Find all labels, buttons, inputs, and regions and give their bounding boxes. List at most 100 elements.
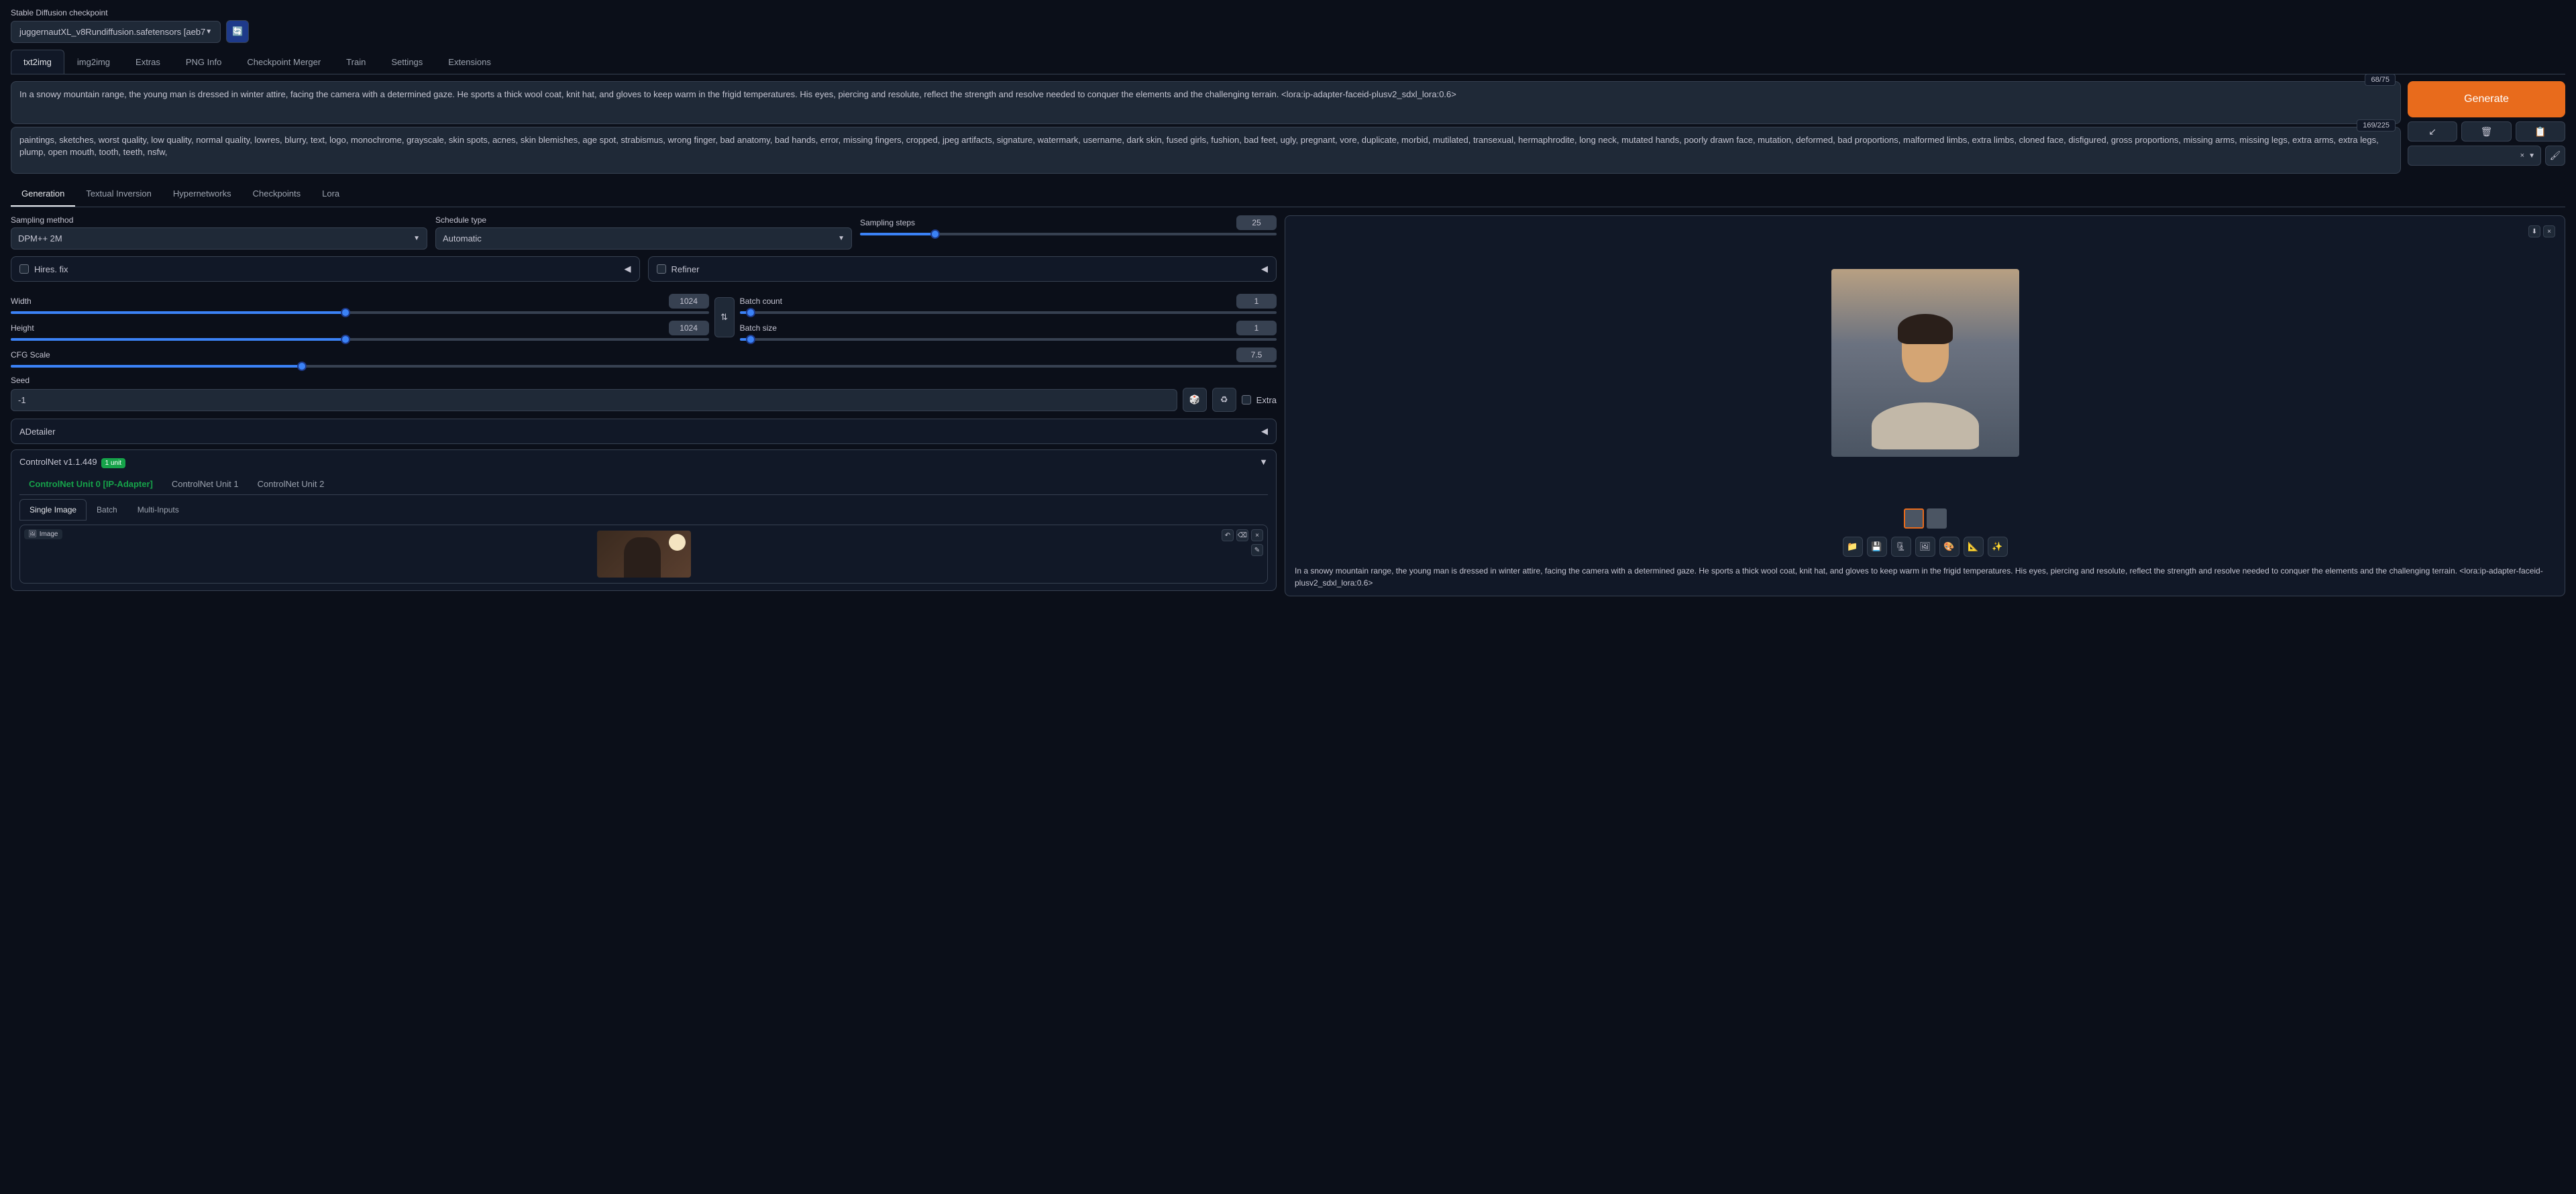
palette-icon: 🎨 — [1943, 541, 1954, 552]
save-button[interactable]: 💾 — [1867, 537, 1887, 557]
style-select[interactable]: × ▼ — [2408, 146, 2541, 166]
cfg-value[interactable]: 7.5 — [1236, 347, 1277, 362]
subtab-generation[interactable]: Generation — [11, 182, 75, 207]
controlnet-accordion[interactable]: ControlNet v1.1.4491 unit ▼ — [19, 457, 1268, 467]
width-value[interactable]: 1024 — [669, 294, 709, 309]
neg-prompt-input[interactable]: paintings, sketches, worst quality, low … — [11, 127, 2401, 174]
cn-tab-unit1[interactable]: ControlNet Unit 1 — [162, 474, 248, 494]
tab-txt2img[interactable]: txt2img — [11, 50, 64, 74]
cn-subtab-single[interactable]: Single Image — [19, 499, 87, 521]
cn-tab-unit0[interactable]: ControlNet Unit 0 [IP-Adapter] — [19, 474, 162, 494]
prompt-input[interactable]: In a snowy mountain range, the young man… — [11, 81, 2401, 124]
image-label: 🖼Image — [24, 529, 62, 539]
batch-size-slider[interactable] — [740, 338, 1277, 341]
prompt-counter: 68/75 — [2365, 74, 2396, 86]
adetailer-accordion[interactable]: ADetailer ◀ — [19, 426, 1268, 437]
reuse-seed-button[interactable]: ♻ — [1212, 388, 1236, 412]
swap-icon: ⇅ — [720, 312, 728, 323]
output-thumb-2[interactable] — [1927, 508, 1947, 529]
cn-tab-unit2[interactable]: ControlNet Unit 2 — [248, 474, 334, 494]
batch-count-value[interactable]: 1 — [1236, 294, 1277, 309]
tab-settings[interactable]: Settings — [378, 50, 435, 74]
tab-checkpoint-merger[interactable]: Checkpoint Merger — [234, 50, 333, 74]
cfg-slider[interactable] — [11, 365, 1277, 368]
generation-subtabs: Generation Textual Inversion Hypernetwor… — [11, 182, 2565, 207]
width-slider[interactable] — [11, 311, 709, 314]
subtab-lora[interactable]: Lora — [311, 182, 350, 207]
sampling-steps-value[interactable]: 25 — [1236, 215, 1277, 230]
undo-button[interactable]: ↶ — [1222, 529, 1234, 541]
send-extras-button[interactable]: 📐 — [1964, 537, 1984, 557]
hires-fix-checkbox[interactable] — [19, 264, 29, 274]
schedule-type-select[interactable]: Automatic▼ — [435, 227, 852, 250]
subtab-checkpoints[interactable]: Checkpoints — [242, 182, 312, 207]
close-icon: × — [2547, 228, 2551, 235]
schedule-type-label: Schedule type — [435, 215, 852, 225]
height-label: Height — [11, 323, 34, 333]
tab-extras[interactable]: Extras — [123, 50, 173, 74]
brush-icon: 🖌 — [2550, 150, 2561, 161]
open-folder-button[interactable]: 📁 — [1843, 537, 1863, 557]
checkpoint-select[interactable]: juggernautXL_v8Rundiffusion.safetensors … — [11, 21, 221, 43]
cn-subtab-multi[interactable]: Multi-Inputs — [127, 499, 189, 521]
sampling-method-select[interactable]: DPM++ 2M▼ — [11, 227, 427, 250]
chevron-down-icon: ▼ — [205, 28, 212, 36]
tab-img2img[interactable]: img2img — [64, 50, 123, 74]
send-inpaint-button[interactable]: 🎨 — [1939, 537, 1960, 557]
archive-icon: 🗜 — [1895, 541, 1907, 552]
refresh-icon: 🔄 — [232, 26, 243, 37]
refiner-checkbox[interactable] — [657, 264, 666, 274]
subtab-textual-inversion[interactable]: Textual Inversion — [75, 182, 162, 207]
extra-label: Extra — [1256, 395, 1277, 405]
tab-pnginfo[interactable]: PNG Info — [173, 50, 234, 74]
clear-button[interactable]: 🗑 — [2461, 121, 2511, 142]
controlnet-image-drop[interactable]: 🖼Image ↶ ⌫ × ✎ — [19, 525, 1268, 584]
generate-button[interactable]: Generate — [2408, 81, 2565, 117]
output-thumb-1[interactable] — [1904, 508, 1924, 529]
checkpoint-value: juggernautXL_v8Rundiffusion.safetensors … — [19, 27, 205, 37]
sampling-steps-slider[interactable] — [860, 233, 1277, 235]
cn-subtab-batch[interactable]: Batch — [87, 499, 127, 521]
close-output-button[interactable]: × — [2543, 225, 2555, 237]
width-label: Width — [11, 296, 32, 306]
height-value[interactable]: 1024 — [669, 321, 709, 335]
tab-train[interactable]: Train — [333, 50, 378, 74]
zip-button[interactable]: 🗜 — [1891, 537, 1911, 557]
triangle-down-icon: ▼ — [1259, 457, 1268, 467]
download-button[interactable]: ⬇ — [2528, 225, 2540, 237]
tab-extensions[interactable]: Extensions — [435, 50, 504, 74]
chevron-down-icon: ▼ — [2528, 152, 2535, 160]
refiner-toggle[interactable]: Refiner ◀ — [648, 256, 1277, 282]
download-icon: ⬇ — [2532, 228, 2537, 235]
arrow-button[interactable]: ↙ — [2408, 121, 2457, 142]
close-icon[interactable]: × — [2520, 152, 2524, 160]
image-icon: 🖼 — [28, 531, 37, 538]
remove-image-button[interactable]: × — [1251, 529, 1263, 541]
trash-icon: 🗑 — [2481, 126, 2493, 138]
sparkle-icon: ✨ — [1992, 541, 2002, 552]
send-img2img-button[interactable]: 🖼 — [1915, 537, 1935, 557]
checkpoint-label: Stable Diffusion checkpoint — [11, 8, 2565, 17]
batch-size-value[interactable]: 1 — [1236, 321, 1277, 335]
upscale-button[interactable]: ✨ — [1988, 537, 2008, 557]
triangle-left-icon: ◀ — [1261, 426, 1268, 437]
picture-icon: 🖼 — [1919, 541, 1931, 552]
extra-checkbox[interactable] — [1242, 395, 1251, 404]
recycle-icon: ♻ — [1220, 394, 1228, 405]
output-image[interactable] — [1831, 269, 2019, 457]
subtab-hypernetworks[interactable]: Hypernetworks — [162, 182, 242, 207]
hires-fix-toggle[interactable]: Hires. fix ◀ — [11, 256, 640, 282]
random-seed-button[interactable]: 🎲 — [1183, 388, 1207, 412]
paste-button[interactable]: 📋 — [2516, 121, 2565, 142]
batch-count-slider[interactable] — [740, 311, 1277, 314]
height-slider[interactable] — [11, 338, 709, 341]
main-tabs: txt2img img2img Extras PNG Info Checkpoi… — [11, 50, 2565, 74]
refresh-checkpoint-button[interactable]: 🔄 — [226, 20, 249, 43]
swap-dimensions-button[interactable]: ⇅ — [714, 297, 735, 337]
controlnet-preview-image — [597, 531, 691, 578]
output-caption: In a snowy mountain range, the young man… — [1292, 565, 2558, 589]
seed-input[interactable]: -1 — [11, 389, 1177, 411]
edit-button[interactable]: ✎ — [1251, 544, 1263, 556]
apply-style-button[interactable]: 🖌 — [2545, 146, 2565, 166]
erase-button[interactable]: ⌫ — [1236, 529, 1248, 541]
